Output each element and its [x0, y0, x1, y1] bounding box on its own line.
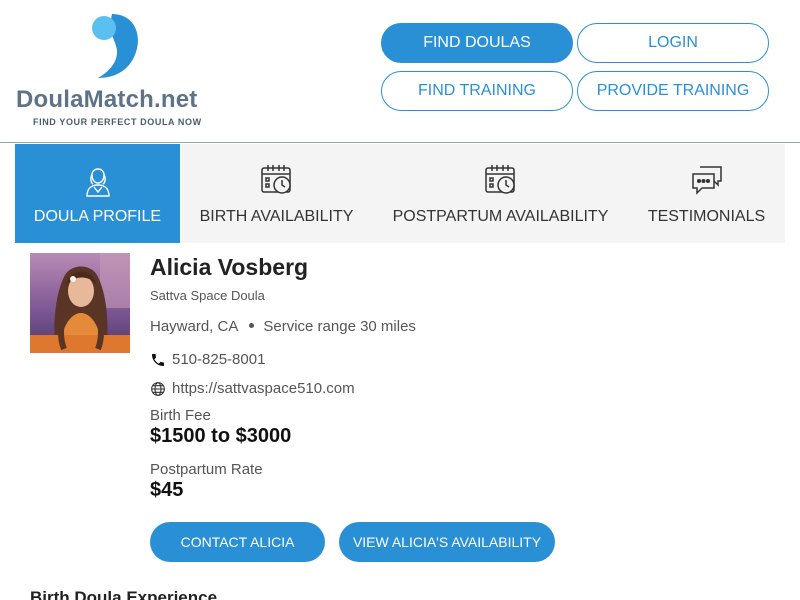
find-doulas-button[interactable]: FIND DOULAS	[381, 23, 573, 63]
phone-number: 510-825-8001	[172, 351, 266, 368]
logo-mark-icon	[92, 14, 138, 78]
birth-fee-label: Birth Fee	[150, 407, 211, 424]
doula-name: Alicia Vosberg	[150, 254, 309, 280]
provide-training-button[interactable]: PROVIDE TRAINING	[577, 71, 769, 111]
logo-tagline: FIND YOUR PERFECT DOULA NOW	[33, 117, 202, 127]
tab-postpartum-availability[interactable]: POSTPARTUM AVAILABILITY	[373, 144, 628, 243]
separator-dot	[249, 322, 255, 328]
website-link: https://sattvaspace510.com	[172, 380, 355, 397]
site-header: DoulaMatch.net FIND YOUR PERFECT DOULA N…	[0, 0, 800, 143]
doula-photo	[30, 253, 130, 353]
doula-city: Hayward, CA	[150, 318, 239, 335]
contact-doula-button[interactable]: CONTACT ALICIA	[150, 522, 325, 562]
login-button[interactable]: LOGIN	[577, 23, 769, 63]
tab-label: BIRTH AVAILABILITY	[199, 208, 354, 225]
view-availability-button[interactable]: VIEW ALICIA'S AVAILABILITY	[339, 522, 555, 562]
profile-tabs: DOULA PROFILE BIRTH AVAILABILITY POSTPAR…	[15, 144, 785, 243]
tab-label: POSTPARTUM AVAILABILITY	[392, 208, 609, 225]
doula-website[interactable]: https://sattvaspace510.com	[150, 380, 355, 397]
postpartum-rate-value: $45	[150, 479, 184, 501]
site-logo[interactable]: DoulaMatch.net FIND YOUR PERFECT DOULA N…	[16, 12, 226, 132]
tab-doula-profile[interactable]: DOULA PROFILE	[15, 144, 180, 243]
birth-experience-heading: Birth Doula Experience	[30, 588, 218, 600]
service-range: Service range 30 miles	[263, 318, 416, 335]
calendar-clock-icon	[484, 162, 518, 198]
tab-label: TESTIMONIALS	[647, 208, 766, 225]
postpartum-rate-label: Postpartum Rate	[150, 461, 263, 478]
tab-testimonials[interactable]: TESTIMONIALS	[628, 144, 785, 243]
doula-location: Hayward, CA Service range 30 miles	[150, 318, 416, 335]
find-training-button[interactable]: FIND TRAINING	[381, 71, 573, 111]
tab-birth-availability[interactable]: BIRTH AVAILABILITY	[180, 144, 373, 243]
calendar-clock-icon	[260, 162, 294, 198]
doula-phone[interactable]: 510-825-8001	[150, 351, 265, 368]
chat-bubbles-icon	[690, 162, 724, 198]
phone-icon	[152, 353, 164, 366]
tab-label: DOULA PROFILE	[33, 208, 162, 225]
globe-icon	[151, 381, 165, 396]
logo-wordmark: DoulaMatch.net	[16, 86, 198, 113]
doula-person-icon	[84, 162, 112, 198]
doula-organization: Sattva Space Doula	[150, 288, 265, 303]
birth-fee-value: $1500 to $3000	[150, 425, 292, 447]
